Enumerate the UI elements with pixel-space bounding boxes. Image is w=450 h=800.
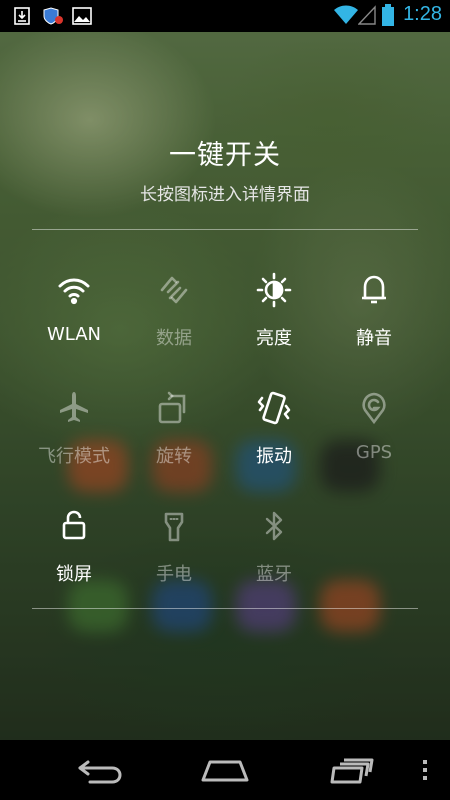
toggle-label: 亮度 <box>256 328 292 349</box>
image-icon <box>72 7 92 25</box>
toggle-data[interactable]: 数据 <box>124 270 224 370</box>
home-icon[interactable] <box>200 754 250 786</box>
toggle-label: 飞行模式 <box>38 446 110 467</box>
toggle-wlan[interactable]: WLAN <box>24 270 124 370</box>
bottom-divider <box>32 608 418 609</box>
toggle-mute[interactable]: 静音 <box>324 270 424 370</box>
bell-icon <box>362 275 386 304</box>
back-icon[interactable] <box>76 754 124 786</box>
toggle-label: GPS <box>355 442 393 463</box>
toggle-vibrate[interactable]: 振动 <box>224 388 324 488</box>
toggle-label: 锁屏 <box>56 564 92 585</box>
toggle-label: 手电 <box>156 564 192 585</box>
top-divider <box>32 229 418 230</box>
brightness-icon <box>256 272 292 308</box>
navigation-bar <box>0 740 450 800</box>
toggle-brightness[interactable]: 亮度 <box>224 270 324 370</box>
dim-overlay <box>0 0 450 740</box>
toggle-label: 蓝牙 <box>256 564 292 585</box>
vibrate-icon <box>257 391 291 425</box>
airplane-icon <box>60 392 88 422</box>
toggle-label: 旋转 <box>156 446 192 467</box>
toggle-flashlight[interactable]: 手电 <box>124 506 224 606</box>
data-sync-icon <box>160 276 188 304</box>
toggle-label: 数据 <box>156 328 192 349</box>
toggle-rotate[interactable]: 旋转 <box>124 388 224 488</box>
toggle-label: 振动 <box>256 446 292 467</box>
clock: 1:28 <box>403 3 442 25</box>
shield-notification-icon <box>43 7 63 25</box>
toggle-lock-screen[interactable]: 锁屏 <box>24 506 124 606</box>
status-bar: 1:28 <box>0 0 450 32</box>
wifi-icon <box>334 5 358 24</box>
download-icon <box>14 7 30 25</box>
battery-icon <box>382 4 394 26</box>
gps-icon <box>362 392 386 425</box>
menu-icon[interactable] <box>420 754 430 786</box>
rotate-icon <box>158 391 186 424</box>
toggle-label: 静音 <box>356 328 392 349</box>
toggle-gps[interactable]: GPS <box>324 388 424 488</box>
bluetooth-icon <box>265 511 283 541</box>
lock-icon <box>62 510 86 540</box>
signal-icon <box>358 5 376 25</box>
panel-title: 一键开关 <box>169 140 281 171</box>
toggle-bluetooth[interactable]: 蓝牙 <box>224 506 324 606</box>
wifi-icon <box>58 278 90 305</box>
toggle-airplane[interactable]: 飞行模式 <box>24 388 124 488</box>
panel-subtitle: 长按图标进入详情界面 <box>140 185 310 205</box>
toggle-label: WLAN <box>46 324 102 345</box>
flashlight-icon <box>164 512 184 542</box>
recents-icon[interactable] <box>328 754 374 786</box>
